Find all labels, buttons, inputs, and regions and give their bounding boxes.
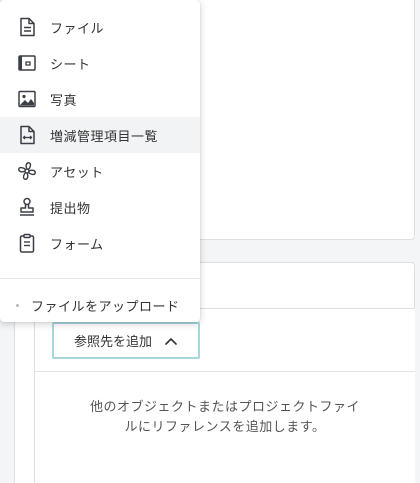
add-reference-menu: ファイル シート 写真 増減管理項目一覧 アセット 提出物 フォーム ファイルを… (0, 0, 200, 322)
menu-item-label: アセット (50, 165, 104, 181)
change-log-icon (16, 124, 38, 146)
menu-item-label: ファイル (50, 21, 105, 37)
menu-item-file[interactable]: ファイル (0, 9, 200, 45)
menu-item-label: 写真 (50, 93, 78, 109)
add-reference-button[interactable]: 参照先を追加 (52, 322, 200, 359)
photo-icon (16, 88, 38, 110)
references-empty-message: 他のオブジェクトまたはプロジェクトファイルにリファレンスを追加します。 (90, 400, 361, 435)
bullet-icon (16, 303, 19, 307)
menu-item-photo[interactable]: 写真 (0, 81, 200, 117)
menu-item-asset[interactable]: アセット (0, 153, 200, 189)
stamp-icon (16, 196, 38, 218)
menu-item-label: フォーム (50, 237, 104, 253)
upload-file-item[interactable]: ファイルをアップロード (0, 287, 200, 323)
app-stage: 参照先を追加 他のオブジェクトまたはプロジェクトファイルにリファレンスを追加しま… (0, 0, 420, 483)
menu-item-submittal[interactable]: 提出物 (0, 189, 200, 225)
menu-item-label: シート (50, 57, 91, 73)
sheet-icon (16, 52, 38, 74)
menu-item-sheet[interactable]: シート (0, 45, 200, 81)
menu-item-form[interactable]: フォーム (0, 225, 200, 261)
add-reference-label: 参照先を追加 (73, 335, 152, 350)
card-divider (35, 371, 415, 372)
menu-item-label: 増減管理項目一覧 (50, 129, 159, 145)
file-icon (16, 16, 38, 38)
chevron-up-icon (165, 337, 177, 345)
menu-item-label: 提出物 (50, 201, 91, 217)
asset-icon (16, 160, 38, 182)
menu-divider (0, 278, 200, 279)
upload-file-label: ファイルをアップロード (31, 299, 180, 315)
clipboard-icon (16, 232, 38, 254)
menu-item-change-log[interactable]: 増減管理項目一覧 (0, 117, 200, 153)
